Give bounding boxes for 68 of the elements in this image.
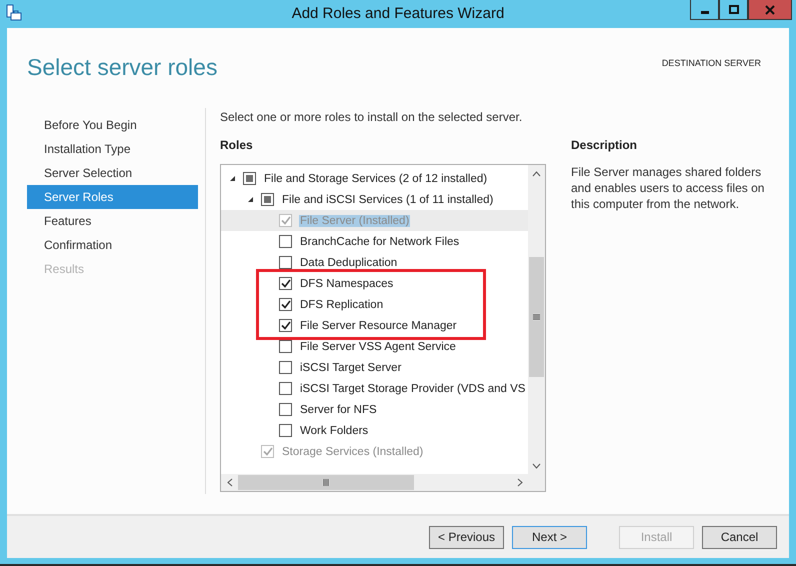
destination-server-label: DESTINATION SERVER	[662, 58, 761, 70]
tree-row[interactable]: BranchCache for Network Files	[221, 231, 528, 252]
nav-item[interactable]: Server Selection	[27, 161, 198, 185]
tree-row[interactable]: Data Deduplication	[221, 252, 528, 273]
checkbox[interactable]	[279, 298, 292, 311]
tree-row[interactable]: Server for NFS	[221, 399, 528, 420]
role-label: File and iSCSI Services (1 of 11 installed)	[281, 194, 494, 206]
role-label: File Server Resource Manager	[299, 320, 458, 332]
expand-arrow-icon[interactable]	[228, 175, 236, 182]
nav-item[interactable]: Before You Begin	[27, 113, 198, 137]
server-manager-icon	[6, 4, 22, 22]
role-label: Work Folders	[299, 424, 370, 436]
scroll-thumb[interactable]	[238, 475, 414, 490]
check-icon	[280, 300, 290, 309]
role-label: File and Storage Services (2 of 12 installed)	[263, 172, 488, 184]
role-label: Data Deduplication	[299, 256, 398, 268]
checkbox[interactable]	[279, 235, 292, 248]
nav-item[interactable]: Installation Type	[27, 137, 198, 161]
tree-row[interactable]: iSCSI Target Storage Provider (VDS and VS	[221, 378, 528, 399]
checkbox[interactable]	[279, 361, 292, 374]
role-label: iSCSI Target Storage Provider (VDS and VS	[299, 382, 526, 394]
check-icon	[280, 279, 290, 288]
role-label: Storage Services (Installed)	[281, 446, 424, 458]
scroll-thumb[interactable]	[529, 257, 544, 377]
minimize-button[interactable]	[690, 0, 719, 20]
role-label: DFS Replication	[299, 298, 384, 310]
checkbox[interactable]	[279, 277, 292, 290]
tree-row[interactable]: DFS Replication	[221, 294, 528, 315]
wizard-button[interactable]: Cancel	[702, 526, 777, 548]
role-label: BranchCache for Network Files	[299, 236, 460, 248]
checkbox[interactable]	[261, 193, 274, 206]
checkbox[interactable]	[279, 403, 292, 416]
wizard-button[interactable]: < Previous	[429, 526, 504, 548]
instruction-text: Select one or more roles to install on the selected server.	[220, 109, 524, 126]
close-button[interactable]	[748, 0, 792, 20]
role-label: iSCSI Target Server	[299, 362, 402, 374]
checkbox[interactable]	[279, 340, 292, 353]
checkbox[interactable]	[279, 382, 292, 395]
tree-row[interactable]: Work Folders	[221, 420, 528, 441]
tree-row[interactable]: File and iSCSI Services (1 of 11 installed)	[221, 189, 528, 210]
tree-row[interactable]: File Server VSS Agent Service	[221, 336, 528, 357]
roles-heading: Roles	[220, 138, 254, 154]
role-label: File Server (Installed)	[299, 214, 410, 226]
nav-item[interactable]: Confirmation	[27, 233, 198, 257]
close-icon	[765, 4, 775, 14]
check-icon	[262, 447, 272, 456]
page-title: Select server roles	[27, 54, 218, 82]
wizard-button[interactable]: Next >	[512, 526, 587, 548]
role-label: Server for NFS	[299, 404, 378, 416]
expand-arrow-icon[interactable]	[246, 196, 254, 203]
tree-row[interactable]: File and Storage Services (2 of 12 installed)	[221, 168, 528, 189]
description-heading: Description	[571, 138, 638, 154]
checkbox[interactable]	[279, 256, 292, 269]
maximize-icon	[728, 4, 738, 14]
role-label: DFS Namespaces	[299, 278, 394, 290]
description-text: File Server manages shared folders and enables users to access files on this computer from the network.	[571, 164, 766, 212]
nav-item[interactable]: Features	[27, 209, 198, 233]
tree-row[interactable]: iSCSI Target Server	[221, 357, 528, 378]
minimize-icon	[700, 11, 708, 14]
check-icon	[280, 216, 290, 225]
checkbox[interactable]	[243, 172, 256, 185]
window-title: Add Roles and Features Wizard	[290, 5, 506, 22]
checkbox[interactable]	[279, 319, 292, 332]
tree-row[interactable]: DFS Namespaces	[221, 273, 528, 294]
tree-row[interactable]: File Server Resource Manager	[221, 315, 528, 336]
checkbox[interactable]	[279, 424, 292, 437]
role-label: File Server VSS Agent Service	[299, 340, 457, 352]
check-icon	[280, 321, 290, 330]
